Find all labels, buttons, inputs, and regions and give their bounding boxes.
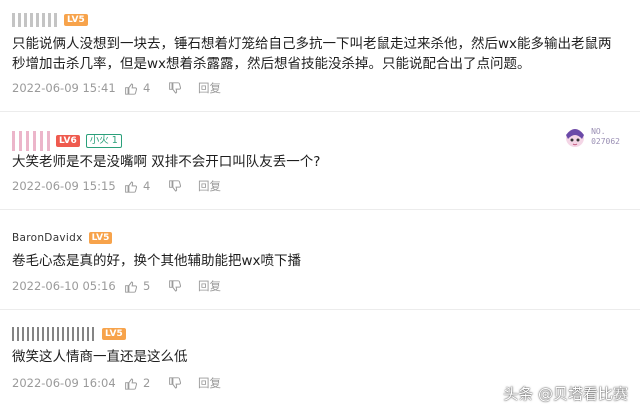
thumb-down-icon xyxy=(168,279,181,293)
comment-date: 2022-06-09 15:15 xyxy=(12,179,116,193)
comment-header: LV5 xyxy=(12,327,126,341)
comment-meta: 2022-06-09 15:15 4 回复 xyxy=(12,178,221,194)
anime-avatar-medal-icon xyxy=(563,125,587,149)
comment-date: 2022-06-10 05:16 xyxy=(12,279,116,293)
level-badge: LV6 xyxy=(56,135,80,147)
comment-text: 只能说俩人没想到一块去，锤石想着灯笼给自己多抗一下叫老鼠走过来杀他，然后wx能多… xyxy=(12,36,612,72)
thumb-down-icon xyxy=(168,179,181,193)
level-badge: LV5 xyxy=(64,14,88,26)
username-blurred[interactable] xyxy=(12,327,96,341)
like-count: 5 xyxy=(143,279,151,293)
like-button[interactable]: 2 xyxy=(124,376,168,390)
thumb-up-icon xyxy=(124,377,137,390)
comment-text: 卷毛心态是真的好，换个其他辅助能把wx喷下播 xyxy=(12,253,302,269)
divider xyxy=(0,111,640,112)
level-badge: LV5 xyxy=(88,232,113,244)
dislike-button[interactable] xyxy=(168,179,198,193)
username[interactable]: BaronDavidx xyxy=(12,232,83,244)
divider xyxy=(0,209,640,210)
watermark: 头条 @贝塔看比赛 xyxy=(503,385,628,403)
comment-meta: 2022-06-09 16:04 2 回复 xyxy=(12,375,221,391)
comment-text: 大笑老师是不是没嘴啊 双排不会开口叫队友丢一个? xyxy=(12,154,321,170)
reply-button[interactable]: 回复 xyxy=(198,278,221,294)
dislike-button[interactable] xyxy=(168,81,198,95)
thumb-down-icon xyxy=(168,376,181,390)
username-blurred[interactable] xyxy=(12,13,58,27)
comment-meta: 2022-06-10 05:16 5 回复 xyxy=(12,278,221,294)
divider xyxy=(0,309,640,310)
reply-button[interactable]: 回复 xyxy=(198,375,221,391)
level-badge: LV5 xyxy=(102,328,126,340)
thumb-up-icon xyxy=(124,180,137,193)
medal-number: NO. 027062 xyxy=(591,127,620,146)
comment-meta: 2022-06-09 15:41 4 回复 xyxy=(12,80,221,96)
like-count: 2 xyxy=(143,376,151,390)
fire-badge: 小火 1 xyxy=(85,134,122,148)
dislike-button[interactable] xyxy=(168,376,198,390)
thumb-down-icon xyxy=(168,81,181,95)
dislike-button[interactable] xyxy=(168,279,198,293)
comment-date: 2022-06-09 15:41 xyxy=(12,81,116,95)
comment-header: BaronDavidx LV5 xyxy=(12,232,113,244)
fan-medal: NO. 027062 xyxy=(563,125,620,149)
like-count: 4 xyxy=(143,81,151,95)
comment-header: LV6 小火 1 xyxy=(12,131,122,151)
comment-date: 2022-06-09 16:04 xyxy=(12,376,116,390)
like-button[interactable]: 4 xyxy=(124,179,168,193)
comment-text: 微笑这人情商一直还是这么低 xyxy=(12,349,188,365)
username-blurred[interactable] xyxy=(12,131,50,151)
reply-button[interactable]: 回复 xyxy=(198,80,221,96)
like-button[interactable]: 5 xyxy=(124,279,168,293)
comment-header: LV5 xyxy=(12,13,88,27)
thumb-up-icon xyxy=(124,82,137,95)
like-count: 4 xyxy=(143,179,151,193)
reply-button[interactable]: 回复 xyxy=(198,178,221,194)
like-button[interactable]: 4 xyxy=(124,81,168,95)
thumb-up-icon xyxy=(124,280,137,293)
